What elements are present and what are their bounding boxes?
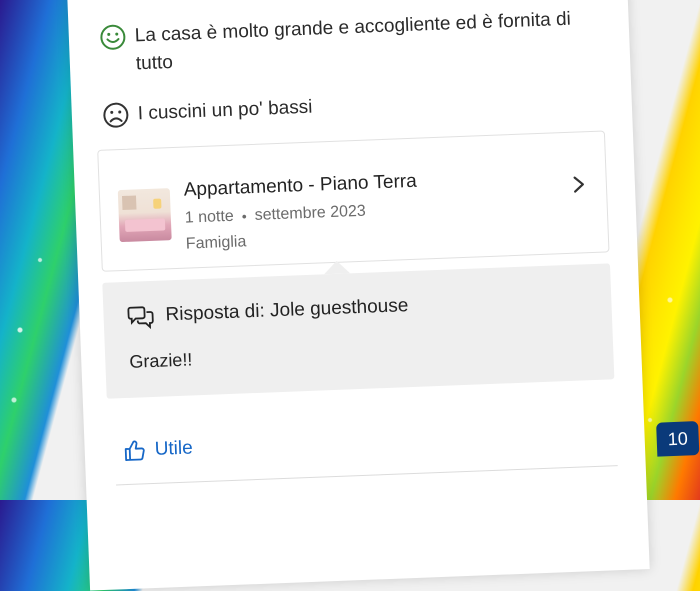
property-card[interactable]: Appartamento - Piano Terra 1 notte • set… — [97, 130, 610, 272]
smiley-happy-icon — [100, 24, 126, 50]
stay-info: 1 notte • settembre 2023 — [185, 203, 367, 228]
divider — [116, 465, 618, 486]
chevron-right-icon[interactable] — [572, 174, 587, 195]
separator-dot: • — [241, 208, 248, 225]
stay-nights: 1 notte — [184, 207, 235, 227]
reply-pointer — [323, 260, 351, 275]
stay-date: settembre 2023 — [254, 202, 367, 224]
negative-comment-text: I cuscini un po' bassi — [137, 96, 313, 125]
review-card: La casa è molto grande e accogliente ed … — [66, 0, 700, 591]
property-name: Appartamento - Piano Terra — [183, 170, 418, 201]
negative-comment: I cuscini un po' bassi — [101, 83, 592, 130]
thumbs-up-icon — [124, 440, 145, 461]
helpful-button[interactable]: Utile — [122, 436, 193, 463]
helpful-label: Utile — [154, 437, 194, 460]
chat-bubbles-icon — [127, 306, 154, 330]
response-header: Risposta di: Jole guesthouse — [127, 293, 409, 330]
smiley-sad-icon — [103, 102, 129, 128]
traveler-type: Famiglia — [185, 233, 247, 253]
property-response: Risposta di: Jole guesthouse Grazie!! — [102, 263, 615, 399]
positive-comment-text: La casa è molto grande e accogliente ed … — [134, 8, 572, 75]
score-badge: 10 — [656, 421, 700, 457]
response-author: Risposta di: Jole guesthouse — [165, 295, 409, 326]
positive-comment: La casa è molto grande e accogliente ed … — [98, 5, 590, 80]
response-text: Grazie!! — [128, 349, 193, 372]
property-thumbnail — [117, 188, 172, 243]
